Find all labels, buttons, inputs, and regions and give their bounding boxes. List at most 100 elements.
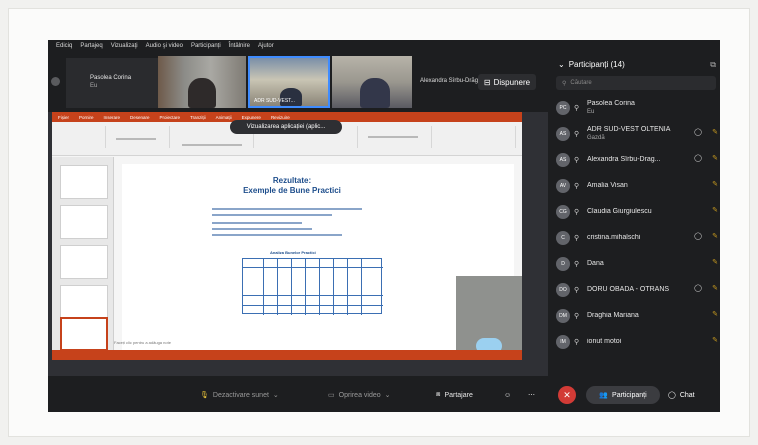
meeting-window: Ediciq Partajeq Vizualizaţi Audio şi vid…: [48, 40, 720, 412]
slide-subtitle: Exemple de Bune Practici: [243, 186, 341, 195]
ribbon-tab[interactable]: Desenare: [130, 115, 150, 120]
video-button[interactable]: ▭ Oprirea video ⌄: [328, 386, 391, 404]
table-rule: [243, 267, 383, 268]
participant-row[interactable]: AV ⚲ Amalia Visan ✎: [556, 174, 720, 198]
status-bar: [52, 350, 522, 360]
slide-thumb[interactable]: [60, 205, 108, 239]
menu-item[interactable]: Vizualizaţi: [111, 43, 138, 49]
avatar: AV: [556, 179, 570, 193]
video-off-icon: ✎: [712, 155, 718, 162]
participant-name: Pasolea Corina: [587, 100, 635, 107]
video-tile[interactable]: [158, 56, 246, 108]
view-tooltip: Vizualizarea aplicației (aplic...: [230, 120, 342, 134]
participant-role: Gazdă: [587, 135, 605, 141]
search-placeholder: Căutare: [570, 80, 592, 86]
more-button[interactable]: ⋯: [528, 386, 535, 404]
ribbon-group: [56, 126, 106, 148]
self-sub: Eu: [90, 83, 98, 89]
chevron-down-icon: ⌄: [272, 392, 279, 399]
participant-search[interactable]: ⚲ Căutare: [556, 76, 716, 90]
slide-thumb[interactable]: [60, 165, 108, 199]
ribbon-tab[interactable]: Fișier: [58, 115, 69, 120]
participant-row[interactable]: D ⚲ Dana ✎: [556, 252, 720, 276]
popout-icon[interactable]: ⧉: [710, 60, 716, 70]
participant-name: cristina.mihalschi: [587, 234, 641, 241]
participants-button[interactable]: 👥 Participanți: [586, 386, 660, 404]
mic-icon: ◯: [694, 285, 702, 292]
shared-screen: Fișier Pornire Inserare Desenare Proiect…: [48, 112, 548, 376]
table-title: Analiza Bunelor Practici: [270, 250, 316, 255]
participant-row[interactable]: AS ⚲ Alexandra Sîrbu-Drag... ◯ ✎: [556, 148, 720, 172]
menu-item[interactable]: Partajeq: [80, 43, 102, 49]
menu-item[interactable]: Întâlnire: [229, 43, 250, 49]
video-tile[interactable]: [332, 56, 412, 108]
bullet-line: [212, 228, 312, 230]
ribbon-tab[interactable]: Inserare: [104, 115, 121, 120]
table-rule: [291, 259, 292, 315]
avatar: AS: [556, 127, 570, 141]
avatar: DM: [556, 309, 570, 323]
ribbon-group: [110, 126, 170, 148]
leave-button[interactable]: ✕: [558, 386, 576, 404]
mute-button[interactable]: 🎙 Dezactivare sunet ⌄: [200, 386, 279, 404]
ribbon-tab[interactable]: Revizuire: [271, 115, 290, 120]
collapse-chevron-icon: ⌄: [558, 60, 565, 69]
avatar: AS: [556, 153, 570, 167]
menu-item[interactable]: Participanți: [191, 43, 221, 49]
slide-thumb-selected[interactable]: [60, 317, 108, 351]
table-rule: [305, 259, 306, 315]
reactions-button[interactable]: ☺: [504, 386, 511, 404]
bullet-line: [212, 222, 302, 224]
chat-label: Chat: [679, 391, 695, 399]
avatar: DO: [556, 283, 570, 297]
pin-icon: ⚲: [574, 105, 580, 112]
participants-header[interactable]: ⌄ Participanți (14): [558, 60, 625, 69]
menu-item[interactable]: Audio şi video: [146, 43, 183, 49]
participant-name: Draghia Mariana: [587, 312, 639, 319]
ribbon-tab[interactable]: Pornire: [79, 115, 94, 120]
share-label: Partajare: [444, 391, 473, 399]
ribbon-tab[interactable]: Animații: [216, 115, 232, 120]
slide-thumb[interactable]: [60, 245, 108, 279]
layout-icon: ⊟: [483, 77, 491, 87]
slide-title: Rezultate:: [272, 176, 312, 185]
mic-icon: ◯: [694, 233, 702, 240]
menu-item[interactable]: Ajutor: [258, 43, 274, 49]
pin-icon: ⚲: [574, 313, 580, 320]
chat-button[interactable]: ◯ Chat: [668, 386, 695, 404]
strip-scroll-left[interactable]: [48, 64, 62, 98]
ribbon-tab[interactable]: Tranziții: [190, 115, 206, 120]
slide-thumbnails: [52, 157, 114, 353]
participant-row[interactable]: DM ⚲ Draghia Mariana ✎: [556, 304, 720, 328]
participant-name: Dana: [587, 260, 604, 267]
notes-hint[interactable]: Faceți clic pentru a adăuga note: [114, 340, 171, 345]
table-rule: [347, 259, 348, 315]
self-tile[interactable]: Pasolea Corina Eu: [66, 58, 166, 108]
ribbon-tab[interactable]: Proiectare: [160, 115, 181, 120]
layout-button[interactable]: ⊟ Dispunere: [478, 74, 536, 90]
video-tile-active[interactable]: ADR SUD-VEST...: [248, 56, 330, 108]
participant-row[interactable]: AS ⚲ ADR SUD-VEST OLTENIA Gazdă ◯ ✎: [556, 122, 720, 146]
table-rule: [243, 305, 383, 306]
table-rule: [361, 259, 362, 315]
slide-thumb[interactable]: [60, 285, 108, 319]
menu-bar: Ediciq Partajeq Vizualizaţi Audio şi vid…: [48, 40, 720, 52]
pin-icon: ⚲: [574, 209, 580, 216]
menu-item[interactable]: Ediciq: [56, 43, 72, 49]
pin-icon: ⚲: [574, 287, 580, 294]
participants-panel: ⌄ Participanți (14) ⧉ ⚲ Căutare PC ⚲ Pas…: [550, 52, 720, 376]
video-off-icon: ✎: [712, 285, 718, 292]
avatar: PC: [556, 101, 570, 115]
search-icon: ⚲: [562, 80, 567, 87]
mic-icon: ◯: [694, 155, 702, 162]
table-rule: [243, 295, 383, 296]
video-off-icon: ✎: [712, 259, 718, 266]
participant-row[interactable]: C ⚲ cristina.mihalschi ◯ ✎: [556, 226, 720, 250]
share-button[interactable]: ⧈ Partajare: [436, 386, 473, 404]
ribbon-tab[interactable]: Expunere: [242, 115, 261, 120]
participant-row[interactable]: IM ⚲ ionut motoi ✎: [556, 330, 720, 354]
participant-row[interactable]: DO ⚲ DORU OBADA - OTRANS ◯ ✎: [556, 278, 720, 302]
participant-row[interactable]: PC ⚲ Pasolea Corina Eu: [556, 96, 720, 120]
participant-row[interactable]: CG ⚲ Claudia Giurgiulescu ✎: [556, 200, 720, 224]
ribbon-group: [436, 126, 516, 148]
